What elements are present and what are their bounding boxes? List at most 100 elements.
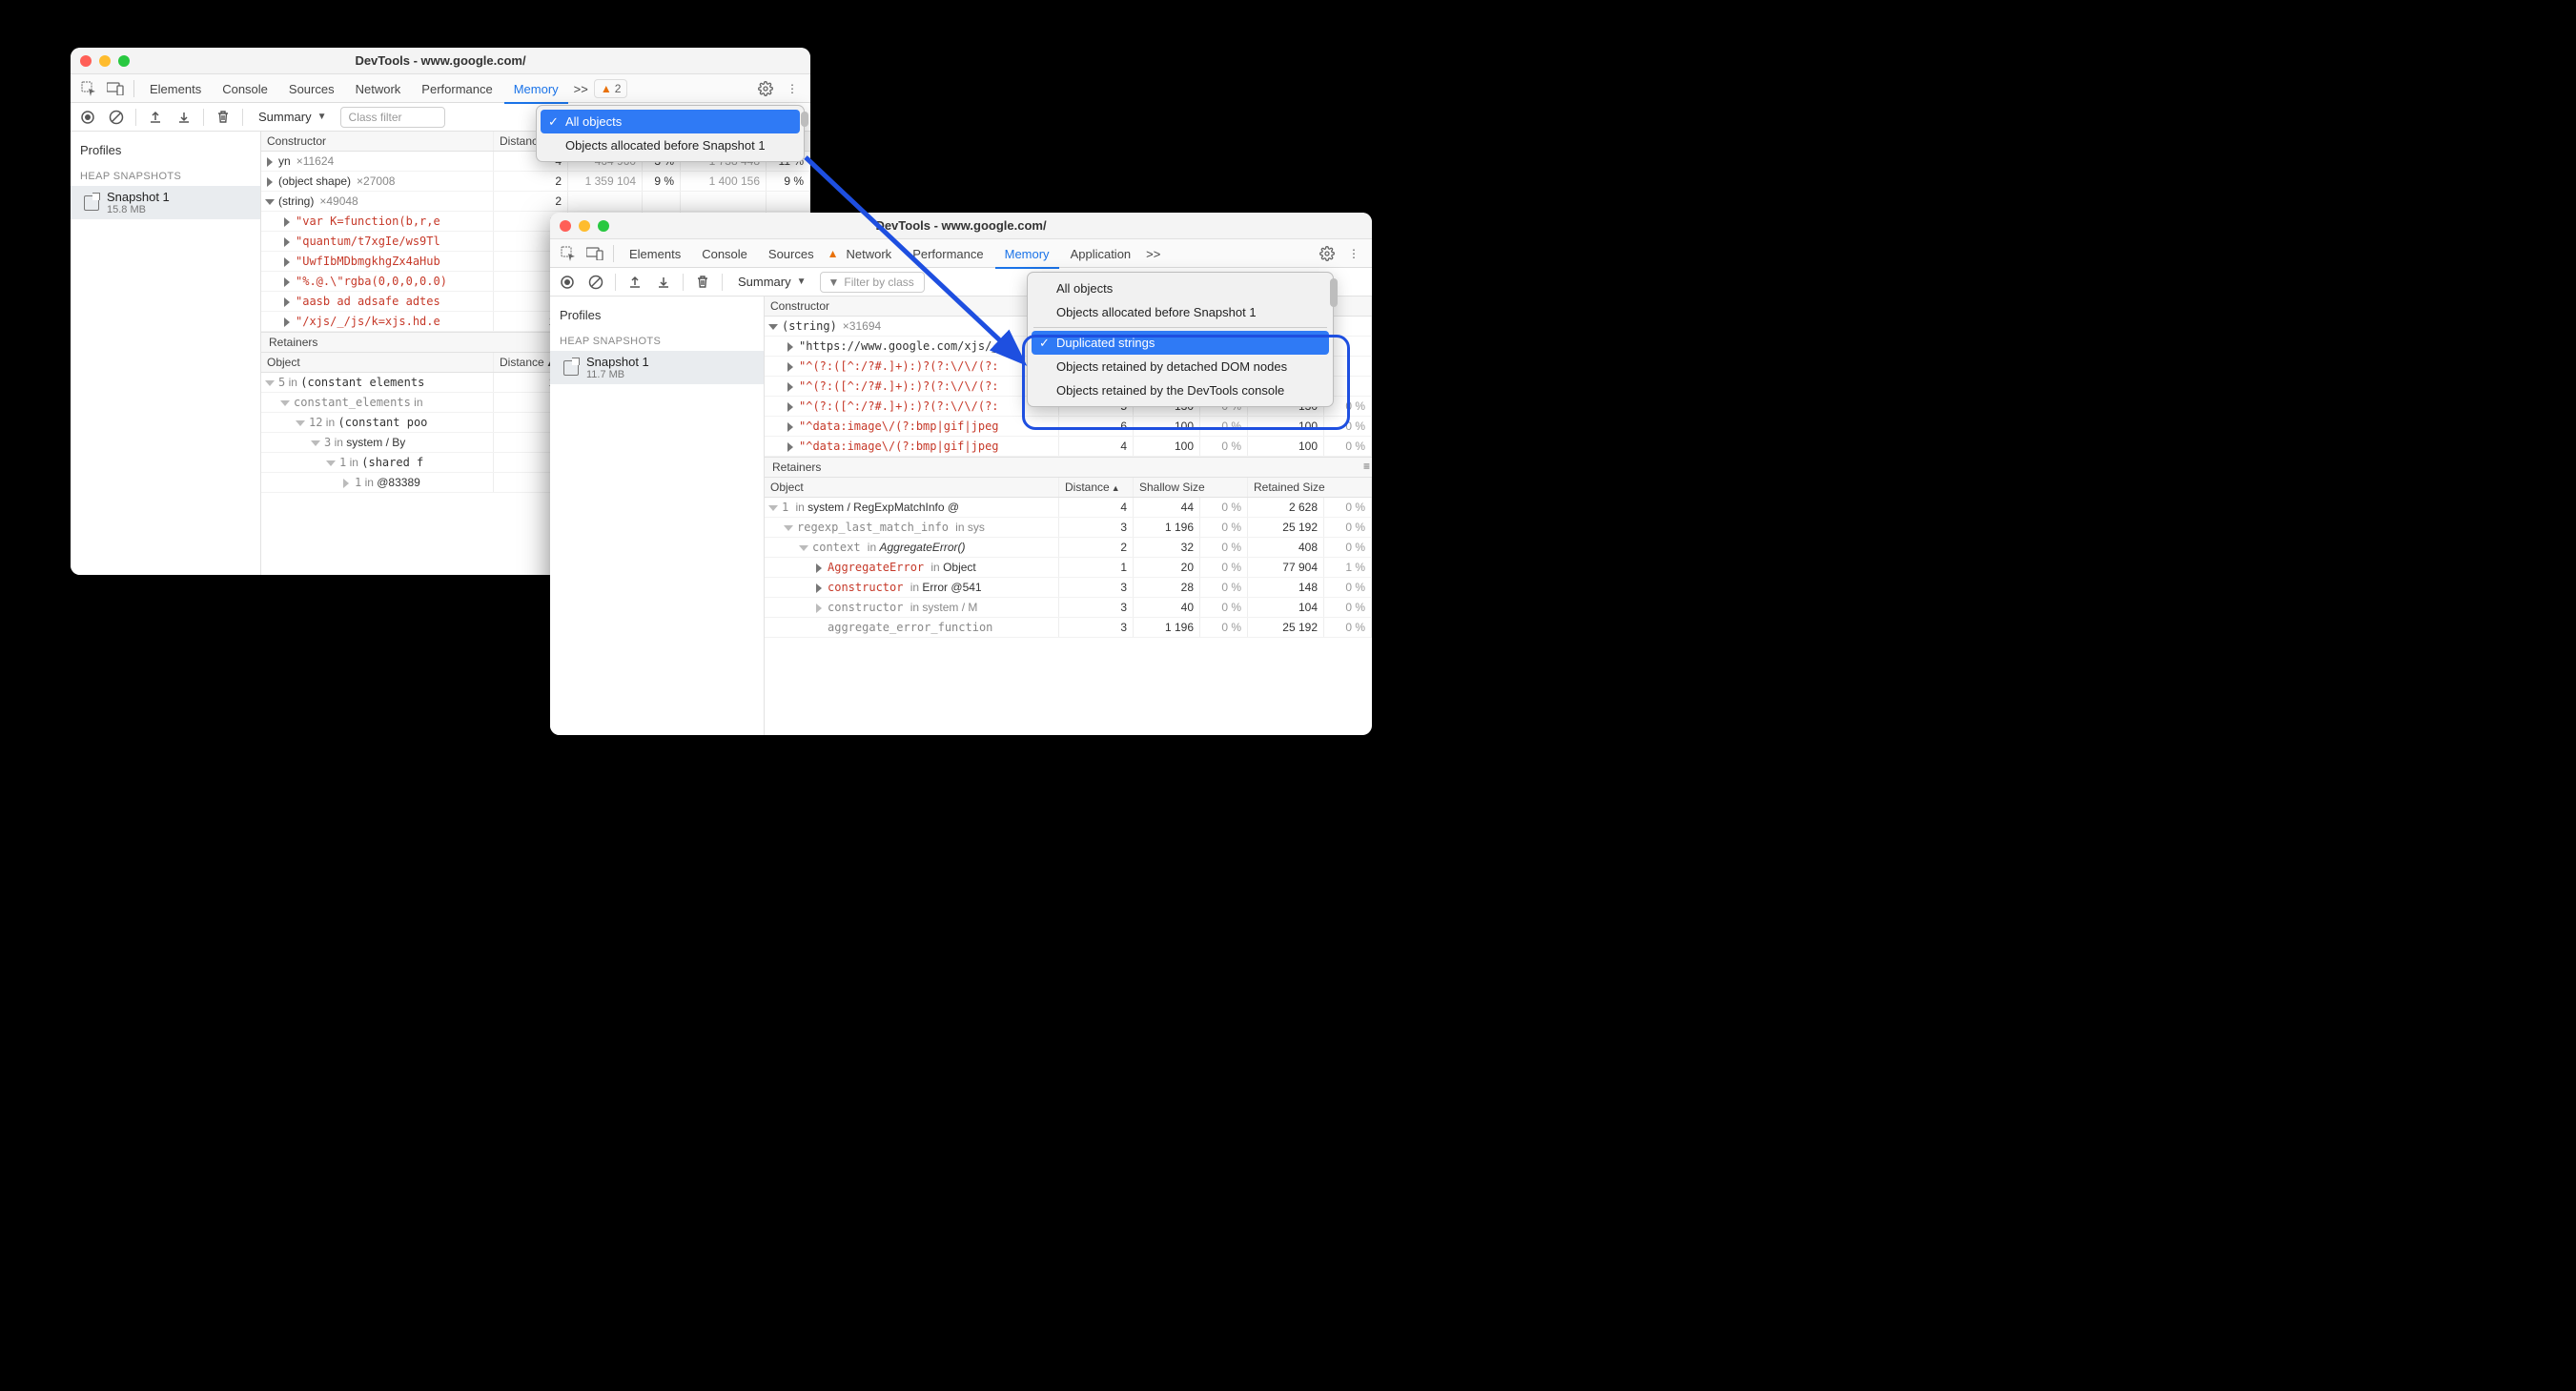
- gear-icon[interactable]: [1315, 241, 1339, 266]
- tab-console[interactable]: Console: [213, 74, 277, 102]
- tab-performance[interactable]: Performance: [903, 239, 992, 267]
- expand-icon[interactable]: ≡: [1363, 460, 1370, 473]
- inspect-icon[interactable]: [556, 241, 581, 266]
- col-constructor[interactable]: Constructor: [765, 297, 1059, 316]
- tab-sources[interactable]: Sources: [759, 239, 824, 267]
- menu-scrollbar[interactable]: [801, 112, 808, 127]
- filter-placeholder: Class filter: [349, 111, 402, 124]
- objects-filter-menu[interactable]: All objects Objects allocated before Sna…: [1027, 272, 1334, 407]
- device-toggle-icon[interactable]: [583, 241, 607, 266]
- profiles-heading: Profiles: [550, 302, 764, 328]
- download-icon[interactable]: [652, 271, 675, 294]
- minimize-window-button[interactable]: [579, 220, 590, 232]
- snapshot-icon: [563, 360, 579, 376]
- col-object[interactable]: Object: [765, 478, 1059, 497]
- tab-memory[interactable]: Memory: [504, 74, 568, 104]
- panel-tabs: Elements Console Sources Network Perform…: [71, 74, 810, 103]
- menu-duplicated-strings[interactable]: Duplicated strings: [1032, 331, 1329, 355]
- titlebar: DevTools - www.google.com/: [550, 213, 1372, 239]
- table-row[interactable]: "^data:image\/(?:bmp|gif|jpeg41000 %1000…: [765, 437, 1372, 457]
- snapshot-size: 15.8 MB: [107, 204, 170, 215]
- table-row[interactable]: (string)×490482: [261, 192, 810, 212]
- tabs-overflow[interactable]: >>: [1142, 239, 1164, 267]
- tab-elements[interactable]: Elements: [620, 239, 690, 267]
- tab-elements[interactable]: Elements: [140, 74, 211, 102]
- tab-application[interactable]: Application: [1061, 239, 1141, 267]
- profiles-heading: Profiles: [71, 137, 260, 163]
- trash-icon[interactable]: [691, 271, 714, 294]
- snapshot-item[interactable]: Snapshot 1 11.7 MB: [550, 351, 764, 384]
- table-row[interactable]: 1 in system / RegExpMatchInfo @4440 %2 6…: [765, 498, 1372, 518]
- clear-icon[interactable]: [105, 106, 128, 129]
- profiles-sidebar: Profiles HEAP SNAPSHOTS Snapshot 1 15.8 …: [71, 132, 261, 575]
- col-object[interactable]: Object: [261, 353, 494, 372]
- record-icon[interactable]: [76, 106, 99, 129]
- table-row[interactable]: constructor in Error @5413280 %1480 %: [765, 578, 1372, 598]
- record-icon[interactable]: [556, 271, 579, 294]
- gear-icon[interactable]: [753, 76, 778, 101]
- menu-detached-dom[interactable]: Objects retained by detached DOM nodes: [1032, 355, 1329, 378]
- objects-filter-menu[interactable]: All objects Objects allocated before Sna…: [536, 105, 805, 162]
- issues-badge[interactable]: ▲2: [594, 79, 628, 98]
- view-select-label: Summary: [738, 275, 791, 289]
- chevron-down-icon: ▼: [797, 276, 807, 287]
- class-filter-input[interactable]: Class filter: [340, 107, 445, 128]
- upload-icon[interactable]: [144, 106, 167, 129]
- heap-snapshots-heading: HEAP SNAPSHOTS: [71, 163, 260, 186]
- class-filter-input[interactable]: ▼ Filter by class: [820, 272, 925, 293]
- issues-count: 2: [615, 82, 622, 95]
- col-shallow[interactable]: Shallow Size: [1134, 478, 1248, 497]
- tab-sources[interactable]: Sources: [279, 74, 344, 102]
- zoom-window-button[interactable]: [118, 55, 130, 67]
- view-select[interactable]: Summary ▼: [730, 273, 814, 291]
- heap-snapshots-heading: HEAP SNAPSHOTS: [550, 328, 764, 351]
- kebab-menu-icon[interactable]: ⋮: [1341, 241, 1366, 266]
- upload-icon[interactable]: [624, 271, 646, 294]
- menu-devtools-console[interactable]: Objects retained by the DevTools console: [1032, 378, 1329, 402]
- window-title: DevTools - www.google.com/: [550, 218, 1372, 233]
- panel-tabs: Elements Console Sources ▲ Network Perfo…: [550, 239, 1372, 268]
- table-row[interactable]: AggregateError in Object1200 %77 9041 %: [765, 558, 1372, 578]
- trash-icon[interactable]: [212, 106, 235, 129]
- chevron-down-icon: ▼: [317, 112, 327, 122]
- retainers-columns-header: Object Distance▲ Shallow Size Retained S…: [765, 478, 1372, 498]
- menu-scrollbar[interactable]: [1330, 278, 1338, 307]
- menu-before-snapshot-1[interactable]: Objects allocated before Snapshot 1: [541, 133, 800, 157]
- col-distance[interactable]: Distance▲: [1059, 478, 1134, 497]
- menu-all-objects[interactable]: All objects: [1032, 276, 1329, 300]
- col-constructor[interactable]: Constructor: [261, 132, 494, 151]
- tab-console[interactable]: Console: [692, 239, 757, 267]
- tab-network[interactable]: Network: [837, 239, 902, 267]
- close-window-button[interactable]: [80, 55, 92, 67]
- minimize-window-button[interactable]: [99, 55, 111, 67]
- snapshot-item[interactable]: Snapshot 1 15.8 MB: [71, 186, 260, 219]
- tab-performance[interactable]: Performance: [412, 74, 501, 102]
- table-row[interactable]: constructor in system / M3400 %1040 %: [765, 598, 1372, 618]
- filter-placeholder: Filter by class: [844, 276, 913, 289]
- snapshot-name: Snapshot 1: [586, 355, 649, 369]
- view-select[interactable]: Summary ▼: [251, 108, 335, 126]
- tabs-overflow[interactable]: >>: [570, 74, 592, 102]
- view-select-label: Summary: [258, 110, 312, 124]
- window-title: DevTools - www.google.com/: [71, 53, 810, 68]
- download-icon[interactable]: [173, 106, 195, 129]
- warning-icon: ▲: [601, 82, 612, 95]
- inspect-icon[interactable]: [76, 76, 101, 101]
- snapshot-size: 11.7 MB: [586, 369, 649, 380]
- table-row[interactable]: "^data:image\/(?:bmp|gif|jpeg61000 %1000…: [765, 417, 1372, 437]
- menu-all-objects[interactable]: All objects: [541, 110, 800, 133]
- tab-memory[interactable]: Memory: [995, 239, 1059, 269]
- tab-network[interactable]: Network: [346, 74, 411, 102]
- zoom-window-button[interactable]: [598, 220, 609, 232]
- funnel-icon: ▼: [828, 276, 840, 289]
- table-row[interactable]: context in AggregateError()2320 %4080 %: [765, 538, 1372, 558]
- table-row[interactable]: aggregate_error_function31 1960 %25 1920…: [765, 618, 1372, 638]
- table-row[interactable]: regexp_last_match_info in sys31 1960 %25…: [765, 518, 1372, 538]
- device-toggle-icon[interactable]: [103, 76, 128, 101]
- kebab-menu-icon[interactable]: ⋮: [780, 76, 805, 101]
- table-row[interactable]: (object shape)×2700821 359 1049 %1 400 1…: [261, 172, 810, 192]
- menu-before-snapshot-1[interactable]: Objects allocated before Snapshot 1: [1032, 300, 1329, 324]
- close-window-button[interactable]: [560, 220, 571, 232]
- clear-icon[interactable]: [584, 271, 607, 294]
- col-retained[interactable]: Retained Size: [1248, 478, 1372, 497]
